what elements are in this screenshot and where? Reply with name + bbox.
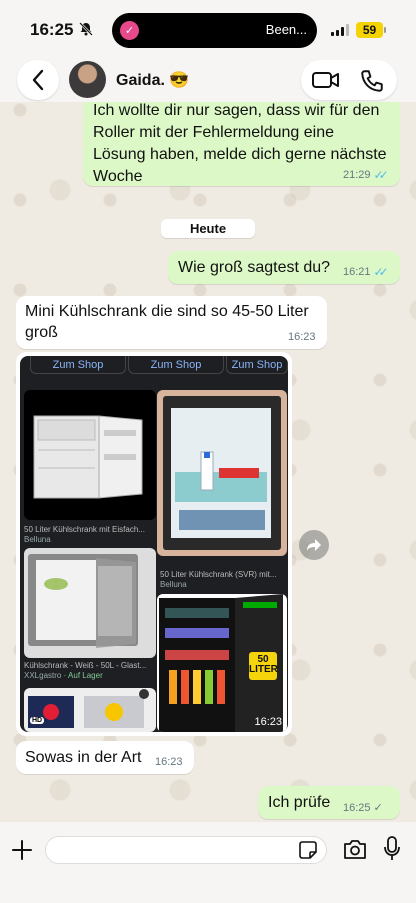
phone-call-icon[interactable]: [359, 68, 385, 94]
bell-off-icon: [79, 22, 93, 36]
hd-badge: HD: [30, 717, 45, 724]
image-message[interactable]: Zum Shop Zum Shop Zum Shop 50 Liter Kühl…: [16, 352, 292, 736]
message-time: 16:23: [254, 716, 282, 728]
shop-button: Zum Shop: [226, 356, 288, 374]
shop-button: Zum Shop: [128, 356, 224, 374]
date-separator: Heute: [161, 219, 255, 238]
chevron-left-icon: [32, 69, 44, 91]
contact-name[interactable]: Gaida. 😎: [116, 70, 189, 90]
product-seller: XXLgastro · Auf Lager: [24, 671, 103, 680]
product-title: 50 Liter Kühlschrank mit Eisfach...: [24, 525, 145, 534]
message-meta: 16:21 ✓✓: [343, 265, 389, 279]
plus-icon[interactable]: [10, 838, 34, 862]
message-text: Mini Kühlschrank die sind so 45-50 Liter…: [25, 303, 309, 341]
product-seller: Belluna: [160, 580, 187, 589]
status-time: 16:25: [30, 20, 74, 39]
message-text: Wie groß sagtest du?: [178, 259, 331, 276]
back-button[interactable]: [17, 60, 59, 100]
read-receipt-icon: ✓✓: [373, 265, 389, 279]
battery-tip: [384, 27, 386, 33]
product-image-drinks-fridge: 50 LITER: [157, 594, 287, 732]
shared-screenshot[interactable]: Zum Shop Zum Shop Zum Shop 50 Liter Kühl…: [20, 356, 288, 732]
status-bar: 16:25 ✓ Been... 59: [0, 0, 416, 58]
product-seller-name: XXLgastro: [24, 671, 62, 680]
video-call-icon[interactable]: [311, 69, 341, 91]
product-title: Kühlschrank - Weiß - 50L - Glast...: [24, 661, 147, 670]
message-text: Sowas in der Art: [25, 749, 142, 766]
call-actions: [301, 60, 397, 100]
shop-button: Zum Shop: [30, 356, 126, 374]
sent-tick-icon: ✓: [373, 802, 383, 814]
message-time: 21:29: [343, 169, 371, 181]
message-meta: 16:25 ✓: [343, 801, 383, 815]
message-meta: 16:23: [288, 331, 316, 343]
product-title: 50 Liter Kühlschrank (SVR) mit...: [160, 570, 277, 579]
dynamic-island[interactable]: ✓ Been...: [112, 13, 317, 48]
message-time: 16:23: [155, 756, 183, 768]
product-image-partial: HD: [24, 688, 156, 732]
read-receipt-icon: ✓✓: [373, 168, 389, 182]
message-bubble-incoming[interactable]: Mini Kühlschrank die sind so 45-50 Liter…: [16, 296, 327, 349]
message-time: 16:21: [343, 266, 371, 278]
camera-icon[interactable]: [343, 838, 367, 860]
activity-icon: ✓: [120, 21, 139, 40]
message-time: 16:25: [343, 801, 371, 814]
product-seller: Belluna: [24, 535, 51, 544]
avatar[interactable]: [69, 61, 106, 98]
message-time: 16:23: [288, 331, 316, 343]
signal-icon: [331, 24, 349, 36]
chat-header: Gaida. 😎: [0, 58, 416, 102]
message-meta: 16:23: [155, 756, 183, 768]
message-text: Ich prüfe: [268, 794, 331, 811]
product-image-fridge-open: [157, 390, 287, 556]
microphone-icon[interactable]: [383, 836, 401, 862]
message-meta: 21:29 ✓✓: [343, 168, 389, 182]
sticker-icon[interactable]: [298, 840, 318, 860]
composer-bar: [0, 822, 416, 903]
product-image-fridge-glass: [24, 548, 156, 658]
product-image-fridge-white: [24, 390, 156, 520]
forward-button[interactable]: [299, 530, 329, 560]
message-input[interactable]: [45, 836, 327, 864]
product-availability: · Auf Lager: [63, 671, 103, 680]
liter-badge: 50 LITER: [249, 652, 278, 680]
forward-icon: [307, 539, 321, 551]
battery-icon: 59: [356, 22, 383, 38]
activity-text: Been...: [265, 22, 307, 37]
